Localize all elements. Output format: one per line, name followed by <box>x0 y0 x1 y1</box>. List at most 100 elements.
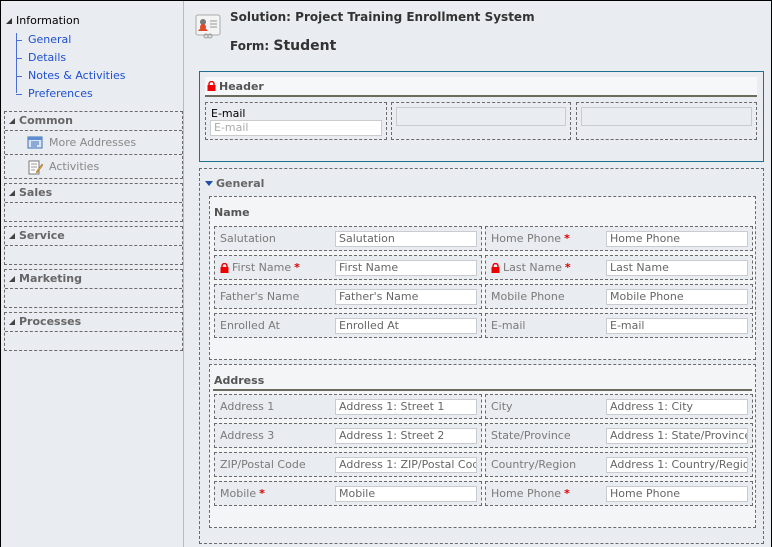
nav-item-preferences[interactable]: Preferences <box>16 85 126 103</box>
form-name: Student <box>273 38 337 54</box>
field-label-text: City <box>491 400 513 413</box>
mobile-input[interactable]: Mobile <box>335 486 477 502</box>
field-label: E-mail <box>211 107 246 120</box>
nav-information-header[interactable]: Information <box>6 14 80 27</box>
field-label-text: ZIP/Postal Code <box>220 458 306 471</box>
home-phone-input[interactable]: Home Phone <box>606 231 748 247</box>
email-input[interactable]: E-mail <box>210 120 382 136</box>
address-1-input[interactable]: Address 1: Street 1 <box>335 399 477 415</box>
header-empty-cell[interactable] <box>391 102 571 140</box>
field-label: Mobile Phone <box>491 290 565 303</box>
state-province-input[interactable]: Address 1: State/Province <box>606 428 748 444</box>
e-mail-input[interactable]: E-mail <box>606 318 748 334</box>
field-label: Home Phone * <box>491 487 570 500</box>
header-field-email[interactable]: E-mail E-mail <box>205 102 387 140</box>
nav-group-title: Processes <box>19 315 82 328</box>
field-zip-postal-code[interactable]: ZIP/Postal Code Address 1: ZIP/Postal Cod… <box>214 452 482 477</box>
field-address-3[interactable]: Address 3 Address 1: Street 2 <box>214 423 482 448</box>
form-header-bar: Header <box>205 77 757 97</box>
lock-icon <box>491 262 500 273</box>
field-father-s-name[interactable]: Father's Name Father's Name <box>214 284 482 309</box>
city-input[interactable]: Address 1: City <box>606 399 748 415</box>
collapse-triangle-icon <box>9 276 15 282</box>
first-name-input[interactable]: First Name <box>335 260 477 276</box>
header-empty-cell[interactable] <box>576 102 757 140</box>
section-name[interactable]: Name Salutation Salutation Home Phone * Home… <box>209 196 756 360</box>
salutation-input[interactable]: Salutation <box>335 231 477 247</box>
navigation-pane: Information General Details Notes & Acti… <box>1 1 184 547</box>
nav-item-more-addresses[interactable]: More Addresses <box>5 130 182 154</box>
last-name-input[interactable]: Last Name <box>606 260 748 276</box>
nav-item-general[interactable]: General <box>16 31 126 49</box>
field-label: City <box>491 400 513 413</box>
lock-icon <box>220 262 229 273</box>
field-label-text: Address 3 <box>220 429 275 442</box>
required-asterisk: * <box>294 261 300 274</box>
mobile-phone-input[interactable]: Mobile Phone <box>606 289 748 305</box>
nav-group-service-header[interactable]: Service <box>5 227 182 245</box>
addresses-icon <box>27 135 43 151</box>
nav-group-marketing-header[interactable]: Marketing <box>5 270 182 288</box>
field-label: Address 1 <box>220 400 274 413</box>
tab-title: General <box>216 177 265 190</box>
address-3-input[interactable]: Address 1: Street 2 <box>335 428 477 444</box>
zip-postal-code-input[interactable]: Address 1: ZIP/Postal Code <box>335 457 477 473</box>
field-mobile-phone[interactable]: Mobile Phone Mobile Phone <box>485 284 753 309</box>
solution-title: Solution: Project Training Enrollment Sy… <box>230 10 535 24</box>
field-label: Enrolled At <box>220 319 280 332</box>
field-home-phone[interactable]: Home Phone * Home Phone <box>485 226 753 251</box>
field-label-text: Address 1 <box>220 400 275 413</box>
section-divider <box>213 389 752 391</box>
field-label: E-mail <box>491 319 526 332</box>
field-label-text: Country/Region <box>491 458 577 471</box>
section-title: Address <box>214 374 265 387</box>
nav-group-sales: Sales <box>4 183 183 222</box>
nav-group-sales-header[interactable]: Sales <box>5 184 182 202</box>
empty-field-slot <box>396 107 566 126</box>
field-label-text: Salutation <box>220 232 276 245</box>
nav-group-service: Service <box>4 226 183 265</box>
required-asterisk: * <box>564 232 570 245</box>
father-s-name-input[interactable]: Father's Name <box>335 289 477 305</box>
nav-group-processes-header[interactable]: Processes <box>5 313 182 331</box>
field-label-text: Mobile <box>220 487 257 500</box>
field-home-phone[interactable]: Home Phone * Home Phone <box>485 481 753 506</box>
field-enrolled-at[interactable]: Enrolled At Enrolled At <box>214 313 482 338</box>
required-asterisk: * <box>259 487 265 500</box>
nav-item-activities[interactable]: Activities <box>5 154 182 178</box>
field-first-name[interactable]: First Name * First Name <box>214 255 482 280</box>
home-phone-input[interactable]: Home Phone <box>606 486 748 502</box>
enrolled-at-input[interactable]: Enrolled At <box>335 318 477 334</box>
nav-information-title: Information <box>16 14 80 27</box>
field-label: First Name * <box>220 261 300 274</box>
section-address[interactable]: Address Address 1 Address 1: Street 1 City… <box>209 364 756 528</box>
nav-item-label: Activities <box>49 160 100 173</box>
collapse-triangle-icon <box>9 233 15 239</box>
country-region-input[interactable]: Address 1: Country/Region <box>606 457 748 473</box>
field-label: Last Name * <box>491 261 571 274</box>
collapse-triangle-icon <box>6 17 12 24</box>
student-form-icon <box>193 11 225 43</box>
nav-item-details[interactable]: Details <box>16 49 126 67</box>
field-salutation[interactable]: Salutation Salutation <box>214 226 482 251</box>
form-header-section[interactable]: Header E-mail E-mail <box>199 71 764 162</box>
field-state-province[interactable]: State/Province Address 1: State/Province <box>485 423 753 448</box>
field-label-text: E-mail <box>491 319 526 332</box>
field-label-text: State/Province <box>491 429 571 442</box>
tab-general-header[interactable]: General <box>205 177 264 190</box>
field-last-name[interactable]: Last Name * Last Name <box>485 255 753 280</box>
field-e-mail[interactable]: E-mail E-mail <box>485 313 753 338</box>
lock-icon <box>207 80 216 91</box>
field-country-region[interactable]: Country/Region Address 1: Country/Region <box>485 452 753 477</box>
nav-group-common-header[interactable]: Common <box>5 112 182 130</box>
field-label-text: Last Name <box>503 261 562 274</box>
field-address-1[interactable]: Address 1 Address 1: Street 1 <box>214 394 482 419</box>
tab-general: General Name Salutation Salutation Home Ph… <box>199 168 764 544</box>
field-city[interactable]: City Address 1: City <box>485 394 753 419</box>
nav-group-marketing: Marketing <box>4 269 183 308</box>
nav-group-common: Common More Addresses Activities <box>4 111 183 179</box>
nav-drop-slot <box>5 288 182 307</box>
nav-item-notes-activities[interactable]: Notes & Activities <box>16 67 126 85</box>
field-mobile[interactable]: Mobile * Mobile <box>214 481 482 506</box>
nav-drop-slot <box>5 245 182 264</box>
